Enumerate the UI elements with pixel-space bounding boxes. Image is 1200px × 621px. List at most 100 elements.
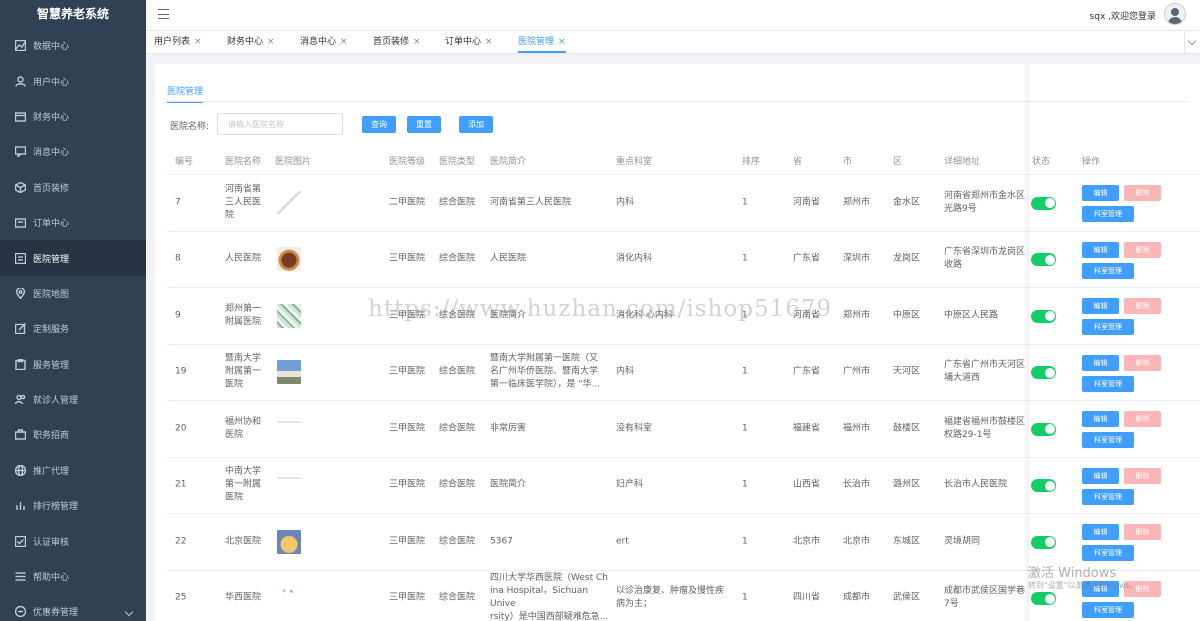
column-header: 市 <box>843 157 853 167</box>
cell-name-line: 北京医院 <box>225 536 262 547</box>
cell-province: 福建省 <box>793 423 821 434</box>
cell-address-line: 光路9号 <box>944 203 977 214</box>
department-button[interactable]: 科室管理 <box>1082 601 1134 618</box>
list-icon <box>14 252 26 264</box>
department-button[interactable]: 科室管理 <box>1082 545 1134 561</box>
query-button[interactable]: 查询 <box>362 116 396 133</box>
close-icon[interactable]: × <box>485 37 493 47</box>
table-row: 19 暨南大学 附属第一 医院 三甲医院 综合医院 暨南大学附属第一医院（又 名广州华侨医院、… <box>167 345 1200 401</box>
department-button[interactable]: 科室管理 <box>1082 319 1134 335</box>
sidebar-item-16[interactable]: 优惠券管理 <box>0 594 146 621</box>
status-toggle[interactable] <box>1031 366 1056 380</box>
edit-button[interactable]: 编辑 <box>1082 185 1119 201</box>
status-toggle[interactable] <box>1031 253 1056 267</box>
edit-button[interactable]: 编辑 <box>1082 298 1119 314</box>
delete-button[interactable]: 删除 <box>1124 298 1161 314</box>
add-button[interactable]: 添加 <box>459 116 493 133</box>
tab-0[interactable]: 用户列表 × <box>154 31 202 53</box>
sidebar-item-12[interactable]: 推广代理 <box>0 453 146 488</box>
chevron-down-icon[interactable] <box>1184 31 1200 53</box>
column-header: 状态 <box>1032 157 1051 167</box>
fixed-column-shadow <box>1023 64 1029 621</box>
cell-dept: 内科 <box>616 366 736 379</box>
sidebar-item-14[interactable]: 认证审核 <box>0 523 146 558</box>
column-header: 医院等级 <box>389 157 426 167</box>
sidebar-item-9[interactable]: 服务管理 <box>0 347 146 382</box>
department-button[interactable]: 科室管理 <box>1082 262 1134 279</box>
cell-dept-line: 没有科室 <box>616 423 653 434</box>
hospital-image <box>277 303 301 328</box>
sidebar-item-10[interactable]: 就诊人管理 <box>0 382 146 417</box>
edit-button[interactable]: 编辑 <box>1082 467 1119 484</box>
bars-icon <box>14 500 26 512</box>
sidebar-item-0[interactable]: 数据中心 <box>0 28 146 63</box>
reset-button[interactable]: 重置 <box>407 116 441 133</box>
tab-5[interactable]: 医院管理 × <box>518 31 566 53</box>
delete-button[interactable]: 删除 <box>1124 467 1161 484</box>
avatar[interactable] <box>1164 3 1186 25</box>
sidebar-item-6[interactable]: 医院管理 <box>0 240 146 276</box>
cell-id: 22 <box>175 536 187 547</box>
search-input[interactable] <box>217 113 343 135</box>
menu-icon <box>14 571 26 583</box>
cell-address: 中原区人民路 <box>944 309 1030 322</box>
cell-level: 三甲医院 <box>389 479 426 490</box>
sidebar-item-5[interactable]: 订单中心 <box>0 205 146 240</box>
cell-dept: 没有科室 <box>616 422 736 435</box>
cell-address: 长治市人民医院 <box>944 479 1030 492</box>
department-button[interactable]: 科室管理 <box>1082 206 1134 222</box>
edit-button[interactable]: 编辑 <box>1082 241 1119 258</box>
cell-sort: 1 <box>742 479 748 490</box>
delete-button[interactable]: 删除 <box>1124 524 1161 540</box>
location-icon <box>14 287 26 299</box>
sidebar-item-2[interactable]: 财务中心 <box>0 99 146 134</box>
divider <box>167 101 1188 102</box>
cell-address-line: 广东省深圳市龙岗区 <box>944 247 1026 258</box>
delete-button[interactable]: 删除 <box>1124 241 1161 258</box>
cell-name: 郑州第一 附属医院 <box>225 303 269 329</box>
cell-address: 福建省福州市鼓楼区 权路29-1号 <box>944 416 1030 442</box>
edit-button[interactable]: 编辑 <box>1082 354 1119 371</box>
department-button[interactable]: 科室管理 <box>1082 432 1134 448</box>
department-button[interactable]: 科室管理 <box>1082 375 1134 392</box>
cell-city: 郑州市 <box>843 310 871 321</box>
tab-3[interactable]: 首页装修 × <box>373 31 421 53</box>
sidebar-item-label: 医院地图 <box>33 289 70 300</box>
tab-4[interactable]: 订单中心 × <box>445 31 493 53</box>
tab-2[interactable]: 消息中心 × <box>300 31 348 53</box>
status-toggle[interactable] <box>1031 592 1056 606</box>
delete-button[interactable]: 删除 <box>1124 411 1161 427</box>
close-icon[interactable]: × <box>558 37 566 47</box>
close-icon[interactable]: × <box>413 37 421 47</box>
delete-button[interactable]: 删除 <box>1124 354 1161 371</box>
sidebar-item-13[interactable]: 排行榜管理 <box>0 488 146 523</box>
cell-intro: 河南省第三人民医院 <box>490 196 610 209</box>
cell-intro-line: 5367 <box>490 536 513 547</box>
hamburger-icon[interactable] <box>158 9 169 19</box>
edit-button[interactable]: 编辑 <box>1082 524 1119 540</box>
close-icon[interactable]: × <box>267 37 275 47</box>
status-toggle[interactable] <box>1031 535 1056 549</box>
column-header: 医院类型 <box>439 157 476 167</box>
sidebar-item-15[interactable]: 帮助中心 <box>0 559 146 594</box>
edit-button[interactable]: 编辑 <box>1082 411 1119 427</box>
search-label: 医院名称: <box>170 122 210 132</box>
status-toggle[interactable] <box>1031 196 1056 210</box>
status-toggle[interactable] <box>1031 479 1056 493</box>
delete-button[interactable]: 删除 <box>1124 185 1161 201</box>
sidebar-item-7[interactable]: 医院地图 <box>0 276 146 311</box>
sidebar-item-1[interactable]: 用户中心 <box>0 63 146 98</box>
sidebar-item-8[interactable]: 定制服务 <box>0 311 146 346</box>
close-icon[interactable]: × <box>194 37 202 47</box>
tab-1[interactable]: 财务中心 × <box>227 31 275 53</box>
status-toggle[interactable] <box>1031 309 1056 323</box>
department-button[interactable]: 科室管理 <box>1082 488 1134 505</box>
watermark-text: https://www.huzhan.com/ishop51679 <box>368 296 833 322</box>
cell-city: 深圳市 <box>843 253 871 264</box>
close-icon[interactable]: × <box>340 37 348 47</box>
status-toggle[interactable] <box>1031 422 1056 436</box>
sidebar-item-11[interactable]: 职务招商 <box>0 417 146 452</box>
sidebar-item-3[interactable]: 消息中心 <box>0 134 146 169</box>
hospital-image <box>277 529 301 554</box>
sidebar-item-4[interactable]: 首页装修 <box>0 170 146 205</box>
